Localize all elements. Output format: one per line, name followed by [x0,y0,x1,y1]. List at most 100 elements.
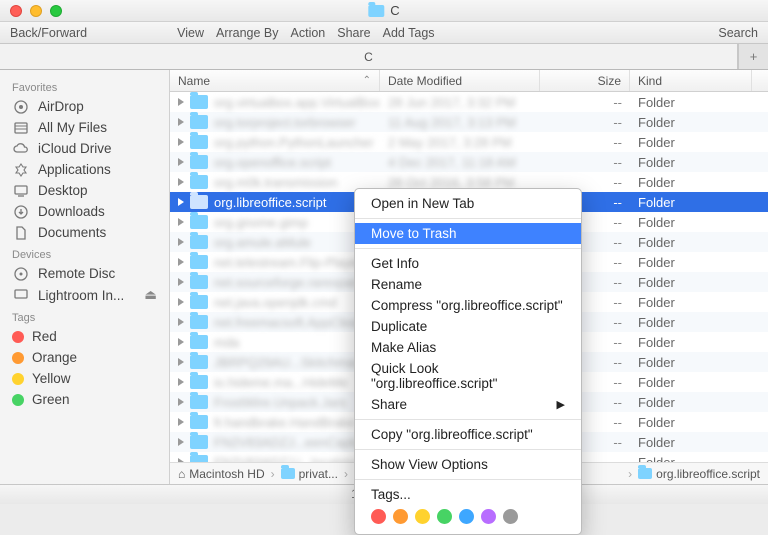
path-root-label: Macintosh HD [189,467,264,481]
file-size: -- [613,415,622,430]
close-icon[interactable] [10,5,22,17]
disclosure-triangle-icon[interactable] [178,338,184,346]
path-mid[interactable]: privat... [281,467,338,481]
column-date[interactable]: Date Modified [380,70,540,91]
folder-icon [190,395,208,409]
disclosure-triangle-icon[interactable] [178,458,184,462]
file-name: org.virtualbox.app.VirtualBox [214,95,380,110]
sidebar-item-label: Lightroom In... [38,288,124,303]
column-kind[interactable]: Kind [630,70,752,91]
tag-color-swatch[interactable] [415,509,430,524]
column-name[interactable]: Name ⌃ [170,70,380,91]
file-kind: Folder [638,195,675,210]
zoom-icon[interactable] [50,5,62,17]
menu-duplicate[interactable]: Duplicate [355,316,581,337]
sidebar-item-lightroom-in-[interactable]: Lightroom In... ⏏ [0,284,169,306]
icloud-icon [12,142,30,156]
menu-move-to-trash[interactable]: Move to Trash [355,223,581,244]
disclosure-triangle-icon[interactable] [178,438,184,446]
search-button[interactable]: Search [718,26,758,40]
disclosure-triangle-icon[interactable] [178,218,184,226]
disclosure-triangle-icon[interactable] [178,118,184,126]
disclosure-triangle-icon[interactable] [178,398,184,406]
tab-c[interactable]: C [0,44,738,69]
file-kind: Folder [638,275,675,290]
chevron-right-icon: › [344,467,348,481]
table-row[interactable]: org.torproject.torbrowser 11 Aug 2017, 3… [170,112,768,132]
sidebar-tag-green[interactable]: Green [0,389,169,410]
action-button[interactable]: Action [291,26,326,40]
menu-label: Make Alias [371,340,436,355]
disclosure-triangle-icon[interactable] [178,198,184,206]
menu-label: Tags... [371,487,411,502]
disclosure-triangle-icon[interactable] [178,418,184,426]
sidebar-item-remote-disc[interactable]: Remote Disc [0,263,169,284]
menu-quick-look[interactable]: Quick Look "org.libreoffice.script" [355,358,581,394]
menu-rename[interactable]: Rename [355,274,581,295]
disclosure-triangle-icon[interactable] [178,138,184,146]
view-button[interactable]: View [177,26,204,40]
disclosure-triangle-icon[interactable] [178,358,184,366]
menu-make-alias[interactable]: Make Alias [355,337,581,358]
sidebar-item-all-my-files[interactable]: All My Files [0,117,169,138]
table-row[interactable]: org.python.PythonLauncher 2 May 2017, 3:… [170,132,768,152]
share-button[interactable]: Share [337,26,370,40]
tag-color-swatch[interactable] [393,509,408,524]
disclosure-triangle-icon[interactable] [178,178,184,186]
menu-get-info[interactable]: Get Info [355,253,581,274]
sidebar-item-icloud-drive[interactable]: iCloud Drive [0,138,169,159]
minimize-icon[interactable] [30,5,42,17]
arrange-by-button[interactable]: Arrange By [216,26,279,40]
tag-color-swatch[interactable] [459,509,474,524]
menu-label: Share [371,397,407,412]
column-size[interactable]: Size [540,70,630,91]
disclosure-triangle-icon[interactable] [178,98,184,106]
disclosure-triangle-icon[interactable] [178,378,184,386]
sidebar-item-airdrop[interactable]: AirDrop [0,96,169,117]
tag-color-swatch[interactable] [437,509,452,524]
table-row[interactable]: org.openoffice.script 4 Dec 2017, 11:18 … [170,152,768,172]
sidebar-item-downloads[interactable]: Downloads [0,201,169,222]
tag-color-swatch[interactable] [481,509,496,524]
tag-color-swatch[interactable] [503,509,518,524]
downloads-icon [12,205,30,219]
disclosure-triangle-icon[interactable] [178,158,184,166]
folder-icon [190,235,208,249]
disclosure-triangle-icon[interactable] [178,278,184,286]
eject-icon[interactable]: ⏏ [144,287,157,303]
menu-copy[interactable]: Copy "org.libreoffice.script" [355,424,581,445]
path-mid-label: privat... [299,467,338,481]
menu-open-new-tab[interactable]: Open in New Tab [355,193,581,214]
tag-color-swatch[interactable] [371,509,386,524]
add-tags-button[interactable]: Add Tags [383,26,435,40]
tag-dot-icon [12,394,24,406]
sidebar-tag-orange[interactable]: Orange [0,347,169,368]
folder-icon [281,468,295,479]
sidebar-item-documents[interactable]: Documents [0,222,169,243]
menu-separator [355,449,581,450]
file-kind: Folder [638,315,675,330]
sidebar-item-applications[interactable]: Applications [0,159,169,180]
folder-icon [190,355,208,369]
file-name: org.openoffice.script [214,155,331,170]
menu-share[interactable]: Share▶ [355,394,581,415]
path-leaf[interactable]: org.libreoffice.script [638,467,760,481]
disc-icon [12,267,30,281]
hdd-icon: ⌂ [178,467,185,481]
back-forward-button[interactable]: Back/Forward [10,26,87,40]
sidebar-tag-yellow[interactable]: Yellow [0,368,169,389]
disclosure-triangle-icon[interactable] [178,238,184,246]
tab-add-button[interactable]: + [738,44,768,69]
menu-label: Rename [371,277,422,292]
sidebar-item-desktop[interactable]: Desktop [0,180,169,201]
menu-tags[interactable]: Tags... [355,484,581,505]
table-row[interactable]: org.virtualbox.app.VirtualBox 28 Jun 201… [170,92,768,112]
disclosure-triangle-icon[interactable] [178,258,184,266]
disclosure-triangle-icon[interactable] [178,318,184,326]
menu-show-view-options[interactable]: Show View Options [355,454,581,475]
disclosure-triangle-icon[interactable] [178,298,184,306]
sidebar-tag-red[interactable]: Red [0,326,169,347]
menu-compress[interactable]: Compress "org.libreoffice.script" [355,295,581,316]
path-root[interactable]: ⌂ Macintosh HD [178,467,265,481]
chevron-right-icon: › [628,467,632,481]
